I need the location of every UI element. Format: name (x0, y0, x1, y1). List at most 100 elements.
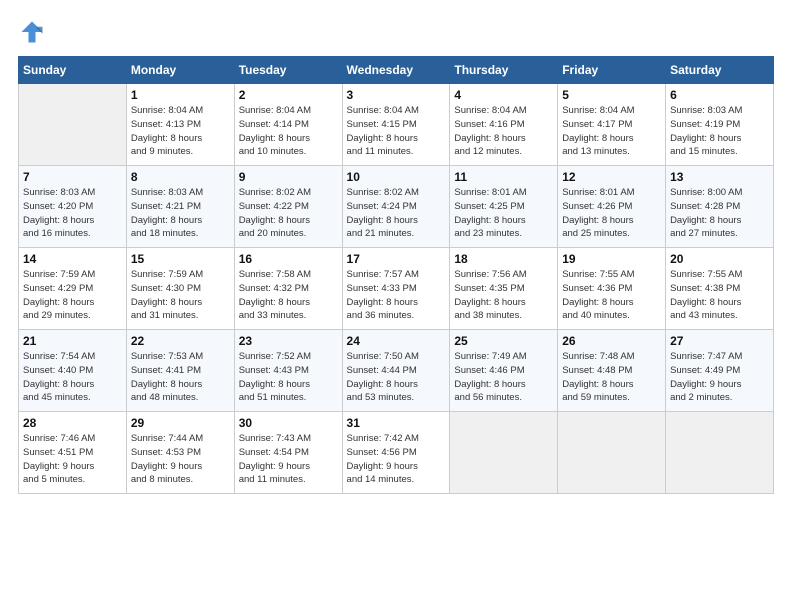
day-info: Sunrise: 8:01 AMSunset: 4:25 PMDaylight:… (454, 186, 553, 241)
week-row-3: 21 Sunrise: 7:54 AMSunset: 4:40 PMDayligh… (19, 330, 774, 412)
weekday-header-friday: Friday (558, 57, 666, 84)
calendar-cell: 12 Sunrise: 8:01 AMSunset: 4:26 PMDayligh… (558, 166, 666, 248)
day-info: Sunrise: 7:46 AMSunset: 4:51 PMDaylight:… (23, 432, 122, 487)
day-info: Sunrise: 7:56 AMSunset: 4:35 PMDaylight:… (454, 268, 553, 323)
weekday-header-saturday: Saturday (666, 57, 774, 84)
day-info: Sunrise: 7:42 AMSunset: 4:56 PMDaylight:… (347, 432, 446, 487)
logo (18, 18, 50, 46)
day-info: Sunrise: 7:59 AMSunset: 4:29 PMDaylight:… (23, 268, 122, 323)
week-row-2: 14 Sunrise: 7:59 AMSunset: 4:29 PMDayligh… (19, 248, 774, 330)
calendar-cell: 1Sunrise: 8:04 AMSunset: 4:13 PMDaylight… (126, 84, 234, 166)
day-number: 11 (454, 170, 553, 184)
day-info: Sunrise: 8:00 AMSunset: 4:28 PMDaylight:… (670, 186, 769, 241)
day-info: Sunrise: 7:53 AMSunset: 4:41 PMDaylight:… (131, 350, 230, 405)
day-number: 27 (670, 334, 769, 348)
calendar-cell: 25 Sunrise: 7:49 AMSunset: 4:46 PMDayligh… (450, 330, 558, 412)
calendar-cell: 27 Sunrise: 7:47 AMSunset: 4:49 PMDayligh… (666, 330, 774, 412)
day-number: 17 (347, 252, 446, 266)
calendar-cell (558, 412, 666, 494)
day-number: 30 (239, 416, 338, 430)
day-info: Sunrise: 7:43 AMSunset: 4:54 PMDaylight:… (239, 432, 338, 487)
calendar-body: 1Sunrise: 8:04 AMSunset: 4:13 PMDaylight… (19, 84, 774, 494)
day-info: Sunrise: 7:59 AMSunset: 4:30 PMDaylight:… (131, 268, 230, 323)
weekday-header-tuesday: Tuesday (234, 57, 342, 84)
day-info: Sunrise: 7:44 AMSunset: 4:53 PMDaylight:… (131, 432, 230, 487)
calendar-cell: 13 Sunrise: 8:00 AMSunset: 4:28 PMDayligh… (666, 166, 774, 248)
calendar-cell: 30 Sunrise: 7:43 AMSunset: 4:54 PMDayligh… (234, 412, 342, 494)
day-info: Sunrise: 7:52 AMSunset: 4:43 PMDaylight:… (239, 350, 338, 405)
week-row-1: 7Sunrise: 8:03 AMSunset: 4:20 PMDaylight… (19, 166, 774, 248)
calendar-cell: 11 Sunrise: 8:01 AMSunset: 4:25 PMDayligh… (450, 166, 558, 248)
day-info: Sunrise: 8:04 AMSunset: 4:16 PMDaylight:… (454, 104, 553, 159)
day-number: 13 (670, 170, 769, 184)
day-info: Sunrise: 8:03 AMSunset: 4:21 PMDaylight:… (131, 186, 230, 241)
calendar-cell (19, 84, 127, 166)
day-number: 18 (454, 252, 553, 266)
day-number: 8 (131, 170, 230, 184)
calendar-cell: 20 Sunrise: 7:55 AMSunset: 4:38 PMDayligh… (666, 248, 774, 330)
calendar-cell: 8 Sunrise: 8:03 AMSunset: 4:21 PMDaylight… (126, 166, 234, 248)
day-number: 4 (454, 88, 553, 102)
page-header (18, 18, 774, 46)
calendar-cell: 17Sunrise: 7:57 AMSunset: 4:33 PMDayligh… (342, 248, 450, 330)
calendar-cell: 9Sunrise: 8:02 AMSunset: 4:22 PMDaylight… (234, 166, 342, 248)
calendar-cell: 2 Sunrise: 8:04 AMSunset: 4:14 PMDaylight… (234, 84, 342, 166)
day-number: 24 (347, 334, 446, 348)
calendar-cell: 19 Sunrise: 7:55 AMSunset: 4:36 PMDayligh… (558, 248, 666, 330)
day-info: Sunrise: 7:58 AMSunset: 4:32 PMDaylight:… (239, 268, 338, 323)
calendar-cell: 22Sunrise: 7:53 AMSunset: 4:41 PMDayligh… (126, 330, 234, 412)
day-info: Sunrise: 7:48 AMSunset: 4:48 PMDaylight:… (562, 350, 661, 405)
calendar-cell: 21 Sunrise: 7:54 AMSunset: 4:40 PMDayligh… (19, 330, 127, 412)
day-info: Sunrise: 8:02 AMSunset: 4:24 PMDaylight:… (347, 186, 446, 241)
weekday-header-wednesday: Wednesday (342, 57, 450, 84)
day-info: Sunrise: 8:03 AMSunset: 4:19 PMDaylight:… (670, 104, 769, 159)
calendar-cell: 14 Sunrise: 7:59 AMSunset: 4:29 PMDayligh… (19, 248, 127, 330)
calendar-header-row: SundayMondayTuesdayWednesdayThursdayFrid… (19, 57, 774, 84)
calendar-cell: 31 Sunrise: 7:42 AMSunset: 4:56 PMDayligh… (342, 412, 450, 494)
calendar-cell: 15 Sunrise: 7:59 AMSunset: 4:30 PMDayligh… (126, 248, 234, 330)
calendar-cell: 29Sunrise: 7:44 AMSunset: 4:53 PMDayligh… (126, 412, 234, 494)
day-number: 10 (347, 170, 446, 184)
day-number: 1 (131, 88, 230, 102)
calendar-cell: 26 Sunrise: 7:48 AMSunset: 4:48 PMDayligh… (558, 330, 666, 412)
day-number: 15 (131, 252, 230, 266)
day-info: Sunrise: 8:04 AMSunset: 4:17 PMDaylight:… (562, 104, 661, 159)
logo-icon (18, 18, 46, 46)
day-number: 19 (562, 252, 661, 266)
calendar-cell: 16Sunrise: 7:58 AMSunset: 4:32 PMDayligh… (234, 248, 342, 330)
weekday-header-thursday: Thursday (450, 57, 558, 84)
day-number: 21 (23, 334, 122, 348)
day-number: 5 (562, 88, 661, 102)
day-number: 7 (23, 170, 122, 184)
day-info: Sunrise: 7:50 AMSunset: 4:44 PMDaylight:… (347, 350, 446, 405)
day-info: Sunrise: 7:54 AMSunset: 4:40 PMDaylight:… (23, 350, 122, 405)
day-info: Sunrise: 7:47 AMSunset: 4:49 PMDaylight:… (670, 350, 769, 405)
day-info: Sunrise: 7:55 AMSunset: 4:38 PMDaylight:… (670, 268, 769, 323)
day-info: Sunrise: 7:55 AMSunset: 4:36 PMDaylight:… (562, 268, 661, 323)
day-number: 31 (347, 416, 446, 430)
day-info: Sunrise: 7:49 AMSunset: 4:46 PMDaylight:… (454, 350, 553, 405)
day-number: 14 (23, 252, 122, 266)
calendar-cell (450, 412, 558, 494)
day-info: Sunrise: 8:02 AMSunset: 4:22 PMDaylight:… (239, 186, 338, 241)
day-number: 6 (670, 88, 769, 102)
day-number: 25 (454, 334, 553, 348)
calendar-cell: 4 Sunrise: 8:04 AMSunset: 4:16 PMDaylight… (450, 84, 558, 166)
calendar-table: SundayMondayTuesdayWednesdayThursdayFrid… (18, 56, 774, 494)
calendar-cell: 6 Sunrise: 8:03 AMSunset: 4:19 PMDaylight… (666, 84, 774, 166)
day-info: Sunrise: 8:04 AMSunset: 4:14 PMDaylight:… (239, 104, 338, 159)
weekday-header-monday: Monday (126, 57, 234, 84)
calendar-cell: 10 Sunrise: 8:02 AMSunset: 4:24 PMDayligh… (342, 166, 450, 248)
day-number: 20 (670, 252, 769, 266)
day-info: Sunrise: 8:01 AMSunset: 4:26 PMDaylight:… (562, 186, 661, 241)
calendar-cell: 24 Sunrise: 7:50 AMSunset: 4:44 PMDayligh… (342, 330, 450, 412)
week-row-4: 28 Sunrise: 7:46 AMSunset: 4:51 PMDayligh… (19, 412, 774, 494)
calendar-cell (666, 412, 774, 494)
calendar-cell: 23Sunrise: 7:52 AMSunset: 4:43 PMDayligh… (234, 330, 342, 412)
day-number: 12 (562, 170, 661, 184)
calendar-cell: 5 Sunrise: 8:04 AMSunset: 4:17 PMDaylight… (558, 84, 666, 166)
day-info: Sunrise: 8:04 AMSunset: 4:15 PMDaylight:… (347, 104, 446, 159)
day-number: 2 (239, 88, 338, 102)
day-number: 28 (23, 416, 122, 430)
day-number: 26 (562, 334, 661, 348)
